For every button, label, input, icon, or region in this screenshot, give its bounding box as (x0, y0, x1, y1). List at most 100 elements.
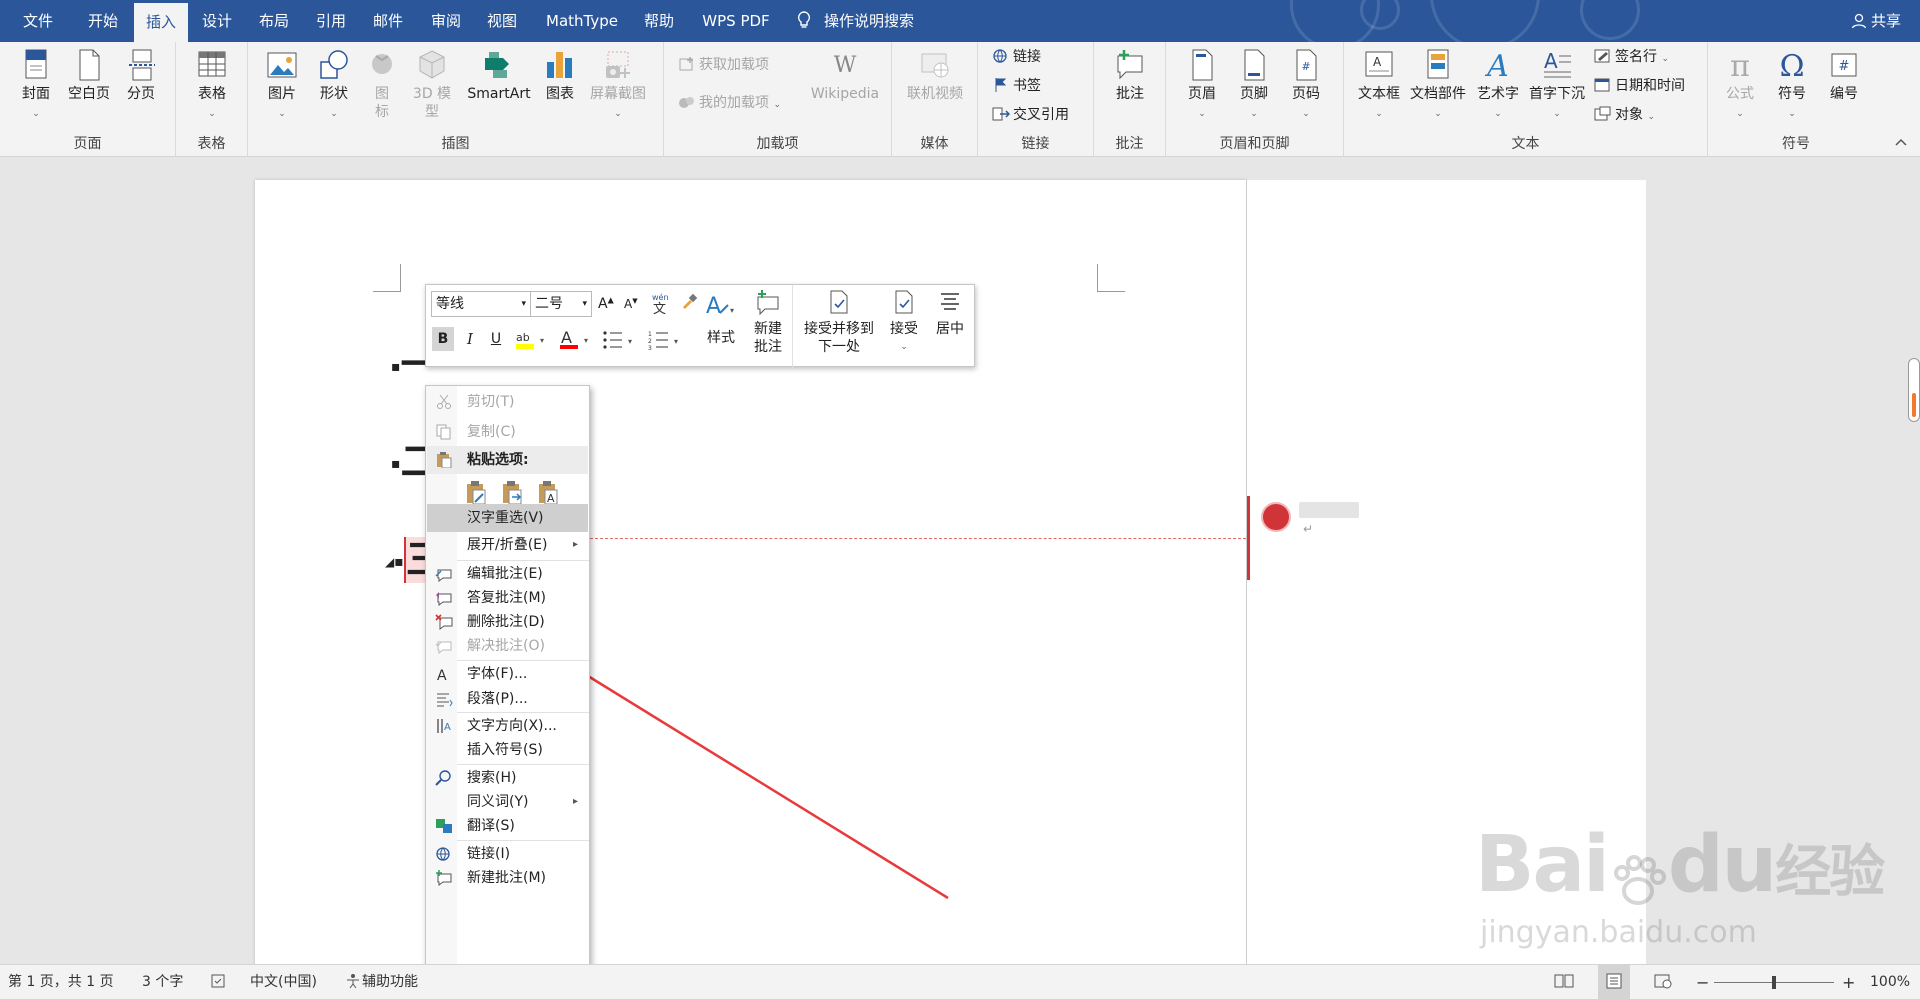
font-icon: A (437, 668, 447, 682)
menu-copy-label: 复制(C) (467, 424, 516, 440)
paste-text-only-button[interactable]: A (536, 480, 562, 506)
svg-text:▾: ▾ (628, 337, 632, 346)
accessibility-icon (347, 974, 359, 989)
menu-font-label: 字体(F)... (467, 666, 528, 682)
menu-delete-comment-label: 删除批注(D) (467, 614, 545, 630)
edit-comment-icon (435, 569, 452, 582)
scroll-position-marker (1912, 393, 1916, 417)
chevron-right-icon: ▸ (572, 539, 578, 550)
menu-new-comment-label: 新建批注(M) (467, 870, 547, 886)
zoom-slider[interactable] (1714, 965, 1834, 999)
menu-translate[interactable]: 翻译(S) (427, 812, 588, 840)
menu-synonyms-label: 同义词(Y) (467, 794, 529, 810)
menu-new-comment[interactable]: 新建批注(M) (427, 864, 588, 892)
read-mode-button[interactable] (1554, 965, 1574, 999)
highlighter-icon: ab ▾ (516, 331, 544, 349)
accept-button[interactable]: 接受 ⌄ (884, 289, 924, 356)
vertical-scrollbar[interactable] (1908, 358, 1920, 422)
font-size-value: 二号 (535, 296, 563, 312)
styles-icon: A ▾ (706, 294, 734, 319)
bullet-list-icon: ▾ (603, 331, 632, 349)
phonetic-guide-button[interactable]: wén 文 (650, 291, 670, 317)
svg-text:▾: ▾ (730, 306, 734, 315)
annotation-arrow (558, 658, 949, 900)
menu-resolve-comment[interactable]: 解决批注(O) (427, 632, 588, 660)
print-layout-icon (1606, 973, 1622, 989)
read-mode-icon (1554, 974, 1574, 988)
proofing-book-icon (211, 974, 225, 988)
status-page-count[interactable]: 第 1 页，共 1 页 (8, 965, 114, 999)
menu-translate-label: 翻译(S) (467, 818, 515, 834)
menu-edit-comment-label: 编辑批注(E) (467, 566, 543, 582)
italic-button[interactable]: I (460, 327, 480, 351)
floating-mini-toolbar: 等线 ▾ 二号 ▾ A▲ A▼ wén 文 B I U ab ▾ A ▾ ▾ 1 2 3 ▾ A… (425, 284, 975, 368)
status-language[interactable]: 中文(中国) (250, 965, 317, 999)
translate-icon (436, 819, 452, 833)
copy-icon (436, 424, 451, 440)
numbered-list-icon: 123 ▾ (648, 331, 678, 352)
chevron-down-icon: ▾ (582, 299, 587, 309)
zoom-in-button[interactable]: + (1842, 965, 1855, 999)
status-word-count[interactable]: 3 个字 (142, 965, 183, 999)
search-icon (435, 770, 451, 786)
status-bar: 第 1 页，共 1 页 3 个字 中文(中国) 辅助功能 − + 100% (0, 964, 1920, 999)
text-direction-icon: A (437, 719, 451, 733)
accept-and-next-button[interactable]: 接受并移到 下一处 (798, 289, 880, 356)
menu-expand-collapse-label: 展开/折叠(E) (467, 537, 548, 553)
grow-font-button[interactable]: A▲ (598, 295, 614, 312)
phonetic-icon: wén文 (652, 292, 669, 317)
shrink-font-button[interactable]: A▼ (624, 297, 638, 311)
underline-button[interactable]: U (486, 327, 506, 351)
svg-text:▾: ▾ (674, 337, 678, 346)
zoom-slider-thumb[interactable] (1772, 976, 1776, 989)
highlight-button[interactable]: ab ▾ (514, 329, 550, 351)
font-size-select[interactable]: 二号 ▾ (530, 291, 592, 317)
accessibility-button[interactable]: 辅助功能 (344, 965, 418, 999)
web-layout-button[interactable] (1654, 965, 1672, 999)
font-name-select[interactable]: 等线 ▾ (431, 291, 531, 317)
menu-reconvert-label: 汉字重选(V) (467, 510, 544, 526)
chevron-down-icon: ▾ (521, 299, 526, 309)
center-align-button[interactable]: 居中 (928, 289, 972, 338)
menu-insert-symbol[interactable]: 插入符号(S) (427, 736, 588, 764)
menu-copy[interactable]: 复制(C) (427, 418, 588, 446)
paste-keep-source-button[interactable] (464, 480, 490, 506)
format-painter-button[interactable] (680, 293, 698, 311)
styles-button[interactable]: A ▾ 样式 (698, 291, 744, 347)
menu-resolve-comment-label: 解决批注(O) (467, 638, 545, 654)
bullets-button[interactable]: ▾ (602, 329, 638, 351)
svg-text:1: 1 (648, 331, 652, 338)
menu-expand-collapse[interactable]: 展开/折叠(E) ▸ (427, 531, 588, 559)
svg-text:A: A (437, 668, 447, 682)
brush-icon (683, 293, 698, 309)
menu-font[interactable]: A 字体(F)... (427, 660, 588, 688)
menu-cut[interactable]: 剪切(T) (427, 388, 588, 416)
font-color-icon: A ▾ (560, 328, 588, 349)
scissors-icon (437, 394, 451, 409)
paste-merge-icon (503, 481, 522, 505)
svg-text:wén: wén (652, 292, 669, 302)
print-layout-button[interactable] (1598, 965, 1630, 999)
zoom-out-button[interactable]: − (1696, 965, 1709, 999)
paste-merge-button[interactable] (500, 480, 526, 506)
clipboard-icon (437, 452, 452, 468)
menu-paragraph[interactable]: 段落(P)... (427, 685, 588, 713)
svg-text:A: A (561, 328, 572, 347)
svg-text:A: A (706, 294, 721, 319)
resolve-comment-icon (435, 641, 452, 654)
menu-reconvert[interactable]: 汉字重选(V) (427, 504, 588, 532)
bold-button[interactable]: B (432, 327, 454, 351)
accept-and-next-label: 接受并移到 下一处 (804, 321, 874, 355)
grow-font-icon: A▲ (598, 295, 614, 312)
menu-cut-label: 剪切(T) (467, 394, 515, 410)
svg-text:文: 文 (653, 302, 666, 315)
mini-new-comment-button[interactable]: 新建 批注 (748, 289, 788, 356)
proofing-button[interactable] (210, 965, 228, 999)
font-color-button[interactable]: A ▾ (558, 327, 594, 351)
numbering-button[interactable]: 1 2 3 ▾ (648, 329, 684, 352)
globe-link-icon (436, 847, 450, 861)
center-align-label: 居中 (936, 321, 964, 337)
zoom-level[interactable]: 100% (1870, 965, 1910, 999)
menu-text-direction-label: 文字方向(X)... (467, 718, 557, 734)
menu-link-label: 链接(I) (467, 846, 511, 862)
